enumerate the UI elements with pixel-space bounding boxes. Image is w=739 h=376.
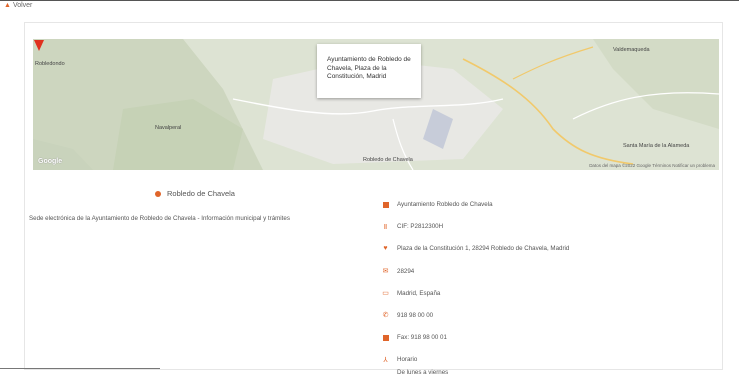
location-card: Robledondo Navalperal Valdemaqueda Roble… [24, 22, 723, 376]
bullet-icon [155, 190, 161, 197]
list-item: ✆ 918 98 00 00 [382, 310, 712, 321]
map-popup-text: Ayuntamiento de Robledo de Chavela, Plaz… [327, 56, 411, 80]
map-info-popup: Ayuntamiento de Robledo de Chavela, Plaz… [317, 44, 421, 98]
location-marker-icon[interactable] [33, 39, 45, 55]
back-link-label: Volver [12, 2, 33, 9]
map-label-3: Valdemaqueda [613, 47, 650, 53]
map-label-5: Santa María de la Alameda [623, 143, 690, 149]
list-item: Ayuntamiento Robledo de Chavela [382, 199, 712, 210]
list-item-text: Madrid, España [397, 289, 441, 297]
map-label-1: Robledondo [35, 61, 65, 67]
building-icon [382, 201, 389, 208]
list-item-text: Horario [397, 356, 418, 364]
list-item: Fax: 918 98 00 01 [382, 332, 712, 343]
map-label-4: Robledo de Chavela [363, 157, 413, 163]
list-item-text: Plaza de la Constitución 1, 28294 Robled… [397, 245, 570, 253]
list-item: ♥ Plaza de la Constitución 1, 28294 Robl… [382, 243, 712, 254]
fax-icon [382, 334, 389, 341]
top-bar: ▲ Volver [0, 0, 739, 14]
list-item: ✉ 28294 [382, 266, 712, 277]
map-attribution[interactable]: Datos del mapa ©2022 Google Términos Not… [589, 163, 715, 168]
list-item-text: Fax: 918 98 00 01 [397, 334, 447, 342]
bottom-divider [0, 368, 160, 369]
section-heading: Robledo de Chavela [155, 189, 353, 198]
list-item-text[interactable]: 918 98 00 00 [397, 312, 433, 319]
list-item-subtext: De lunes a viernes [397, 368, 449, 376]
phone-icon: ✆ [382, 312, 389, 320]
mail-icon: ✉ [382, 268, 389, 276]
list-item-text: CIF: P2812300H [397, 223, 444, 231]
list-item: ⅄ Horario [382, 354, 712, 365]
contact-list: Ayuntamiento Robledo de Chavela Ⅱ CIF: P… [382, 199, 712, 376]
map-view[interactable]: Robledondo Navalperal Valdemaqueda Roble… [33, 39, 719, 170]
map-label-2: Navalperal [155, 125, 182, 131]
description-text: Sede electrónica de la Ayuntamiento de R… [29, 215, 290, 222]
list-item-text: 28294 [397, 267, 415, 275]
info-left-column: Robledo de Chavela Sede electrónica de l… [29, 189, 353, 222]
back-link[interactable]: ▲ Volver [4, 2, 32, 9]
list-item: Ⅱ CIF: P2812300H [382, 221, 712, 232]
map-pin-icon: ♥ [383, 245, 388, 253]
list-item: ▭ Madrid, España [382, 288, 712, 299]
google-logo: Google [38, 158, 63, 165]
list-item-text: Ayuntamiento Robledo de Chavela [397, 201, 493, 208]
heading-text: Robledo de Chavela [167, 189, 235, 198]
person-icon: ⅄ [383, 356, 388, 364]
back-arrow-icon: ▲ [4, 2, 11, 9]
id-card-icon: Ⅱ [383, 223, 388, 231]
globe-icon: ▭ [382, 290, 389, 298]
